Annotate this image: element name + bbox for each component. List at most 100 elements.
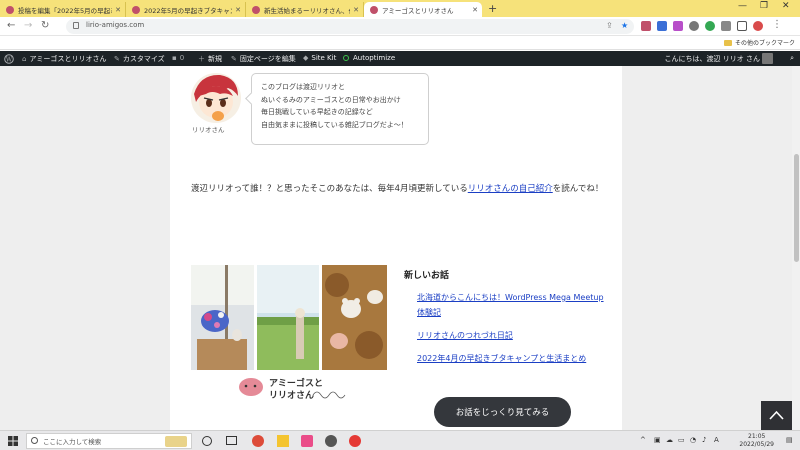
search-highlight-icon [165, 436, 187, 447]
ime-mode-indicator[interactable]: A [714, 436, 719, 444]
settings-gear-icon[interactable] [325, 435, 337, 447]
banner-logo-line1: アミーゴスと [269, 377, 323, 389]
media-app-icon[interactable] [349, 435, 361, 447]
restore-window-icon[interactable]: ❐ [760, 1, 768, 11]
new-posts-list: 北海道からこんにちは！WordPress Mega Meetup体験記 リリオさ… [417, 290, 607, 374]
clock-time: 21:05 [748, 433, 766, 440]
banner-logo-line2: リリオさん [269, 390, 314, 401]
battery-icon[interactable]: ▭ [678, 436, 685, 444]
clock-date: 2022/05/29 [739, 441, 774, 448]
side-panel-icon[interactable] [737, 21, 747, 31]
new-tab-icon[interactable]: + [488, 2, 497, 15]
page-scrollbar[interactable] [792, 66, 800, 430]
share-icon[interactable]: ⇪ [606, 21, 613, 30]
admin-site-name[interactable]: ⌂ アミーゴスとリリオさん [22, 54, 106, 64]
self-intro-link[interactable]: リリオさんの自己紹介 [468, 184, 553, 194]
back-icon[interactable]: ← [7, 20, 15, 31]
forward-icon[interactable]: → [24, 20, 32, 31]
bookmark-folder-label: その他のブックマーク [734, 40, 795, 47]
browser-tab-2[interactable]: 2022年5月の早起きブタキャンプと生 ✕ [126, 2, 246, 17]
network-icon[interactable]: ◔ [690, 436, 696, 444]
brush-icon: ✎ [114, 55, 120, 63]
bookmark-star-icon[interactable]: ★ [621, 21, 628, 30]
close-tab-icon[interactable]: ✕ [115, 6, 121, 14]
close-tab-icon[interactable]: ✕ [472, 6, 478, 14]
extension-icon[interactable] [657, 21, 667, 31]
onedrive-icon[interactable]: ☁ [666, 436, 673, 444]
tab-title: 新生活始まるーリリオさん、仕事やら [264, 6, 350, 15]
tab-title: 投稿を編集「2022年5月の早起き [18, 6, 113, 15]
task-view-icon[interactable] [226, 436, 237, 445]
close-tab-icon[interactable]: ✕ [235, 6, 241, 14]
plus-icon: ＋ [198, 55, 205, 63]
read-stories-button[interactable]: お話をじっくり見てみる [434, 397, 571, 427]
extensions-puzzle-icon[interactable] [721, 21, 731, 31]
pencil-icon: ✎ [231, 55, 237, 63]
cortana-icon[interactable] [202, 436, 212, 446]
tray-app-icon[interactable]: ▣ [654, 436, 661, 444]
profile-name: リリオさん [192, 126, 225, 134]
comments-count: 0 [179, 54, 185, 62]
admin-autoptimize[interactable]: Autoptimize [343, 54, 395, 62]
admin-search-icon[interactable]: ⌕ [790, 54, 794, 63]
browser-tab-4-active[interactable]: アミーゴスとリリオさん ✕ [364, 2, 482, 17]
bubble-line: ぬいぐるみのアミーゴスとの日常やお出かけ [261, 95, 401, 104]
wordpress-logo-icon[interactable]: W [4, 54, 14, 64]
back-to-top-button[interactable] [761, 401, 792, 430]
intro-text-end: を読んでね！ [552, 184, 604, 194]
site-favicon-icon [252, 5, 260, 14]
chrome-taskbar-icon[interactable] [252, 435, 264, 447]
svg-text:W: W [6, 56, 13, 63]
minimize-window-icon[interactable]: — [738, 1, 747, 11]
post-link[interactable]: 北海道からこんにちは！WordPress Mega Meetup体験記 [417, 290, 607, 320]
autoptimize-label: Autoptimize [353, 54, 396, 62]
customize-label: カスタマイズ [122, 55, 165, 63]
tab-strip: 投稿を編集「2022年5月の早起き ✕ 2022年5月の早起きブタキャンプと生 … [0, 0, 800, 17]
wp-admin-bar: W ⌂ アミーゴスとリリオさん ✎ カスタマイズ ▪ 0 ＋ 新規 ✎ 固定ペー… [0, 51, 800, 66]
bubble-line: 自由気ままに投稿している雑記ブログだよ〜！ [261, 120, 408, 129]
status-dot-icon [343, 55, 349, 61]
browser-toolbar: ← → ↻ lirio-amigos.com ⇪ ★ ⋮ [0, 17, 800, 36]
address-bar[interactable]: lirio-amigos.com ⇪ ★ [66, 19, 634, 34]
extension-icon[interactable] [673, 21, 683, 31]
other-bookmarks-folder[interactable]: その他のブックマーク [723, 38, 795, 47]
notifications-icon[interactable]: ▤ [786, 436, 793, 444]
admin-customize[interactable]: ✎ カスタマイズ [114, 54, 165, 64]
extension-icon[interactable] [689, 21, 699, 31]
admin-new[interactable]: ＋ 新規 [198, 54, 222, 64]
blog-banner-image[interactable]: アミーゴスと リリオさん [191, 265, 387, 402]
browser-tab-1[interactable]: 投稿を編集「2022年5月の早起き ✕ [0, 2, 126, 17]
bookmarks-bar: その他のブックマーク [0, 36, 800, 50]
post-link[interactable]: 2022年4月の早起きブタキャンプと生活まとめ [417, 351, 607, 366]
admin-account[interactable]: こんにちは、渡辺 リリオ さん [665, 54, 760, 64]
menu-kebab-icon[interactable]: ⋮ [772, 19, 782, 30]
taskbar-search-input[interactable]: ここに入力して検索 [26, 433, 192, 449]
tray-chevron-icon[interactable]: ^ [640, 436, 646, 444]
extension-icon[interactable] [705, 21, 715, 31]
volume-icon[interactable]: ♪ [702, 436, 706, 444]
extension-icon[interactable] [641, 21, 651, 31]
folder-icon [723, 39, 732, 46]
admin-edit-page[interactable]: ✎ 固定ページを編集 [231, 54, 296, 64]
post-link[interactable]: リリオさんのつれづれ日記 [417, 328, 607, 343]
user-avatar[interactable] [762, 53, 773, 64]
lock-icon [73, 22, 79, 29]
profile-avatar-icon[interactable] [753, 21, 763, 31]
reload-icon[interactable]: ↻ [41, 20, 49, 31]
comment-icon: ▪ [172, 54, 177, 62]
close-window-icon[interactable]: ✕ [782, 1, 790, 11]
close-tab-icon[interactable]: ✕ [353, 6, 359, 14]
windows-start-icon[interactable] [8, 436, 18, 449]
taskbar-clock[interactable]: 21:05 2022/05/29 [739, 433, 774, 449]
admin-comments[interactable]: ▪ 0 [172, 54, 184, 62]
profile-speech-bubble: このブログは渡辺リリオと ぬいぐるみのアミーゴスとの日常やお出かけ 毎日挑戦して… [251, 73, 429, 145]
browser-tab-3[interactable]: 新生活始まるーリリオさん、仕事やら ✕ [246, 2, 364, 17]
photos-icon[interactable] [301, 435, 313, 447]
scrollbar-thumb[interactable] [794, 154, 799, 262]
tab-title: 2022年5月の早起きブタキャンプと生 [144, 6, 232, 15]
new-label: 新規 [208, 55, 222, 63]
file-explorer-icon[interactable] [277, 435, 289, 447]
admin-site-kit[interactable]: ◆ Site Kit [303, 54, 336, 62]
url-text: lirio-amigos.com [86, 21, 145, 29]
site-favicon-icon [370, 5, 378, 14]
